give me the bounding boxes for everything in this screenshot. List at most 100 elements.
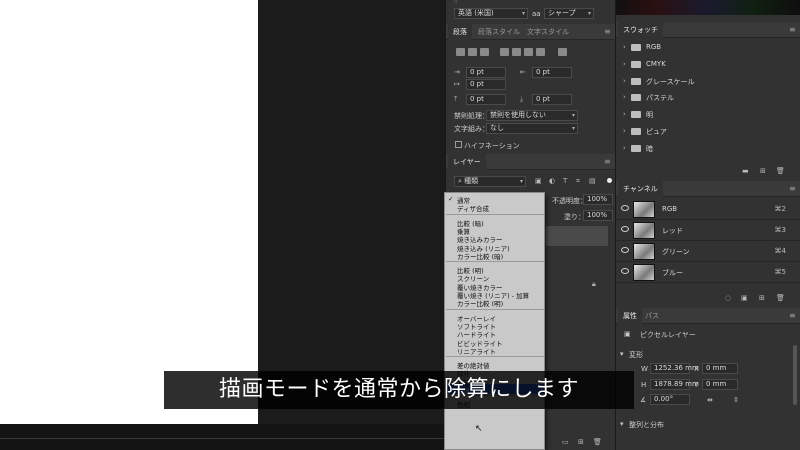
justify-center-icon[interactable] (512, 48, 521, 56)
indent-first-field[interactable]: 0 pt (466, 79, 506, 90)
tab-paragraph-style[interactable]: 段落スタイル (473, 24, 525, 40)
save-selection-icon[interactable]: ▣ (741, 294, 748, 302)
swatch-folder[interactable]: › パステル (620, 91, 795, 107)
layer-filter-value: 種類 (464, 177, 479, 185)
mojikumi-select[interactable]: なし ▾ (486, 123, 578, 134)
space-before-field[interactable]: 0 pt (466, 94, 506, 105)
indent-right-icon: ⇤ (520, 68, 526, 76)
swatch-folder[interactable]: › 暗 (620, 142, 795, 158)
channel-row[interactable]: ブルー ⌘5 (616, 262, 800, 283)
align-center-icon[interactable] (468, 48, 477, 56)
channel-thumbnail (633, 222, 655, 239)
canvas[interactable] (0, 0, 258, 424)
flip-vertical-icon[interactable]: ⇳ (733, 396, 739, 404)
angle-icon: ∡ (640, 396, 647, 404)
x-field[interactable]: 0 mm (702, 363, 738, 374)
kinsoku-select[interactable]: 禁則を使用しない ▾ (486, 110, 578, 121)
filter-type-icon[interactable]: T (563, 177, 567, 185)
align-left-icon[interactable] (456, 48, 465, 56)
status-bar (0, 424, 445, 450)
delete-swatch-icon[interactable]: 🗑︎ (776, 167, 785, 175)
character-panel: ⫶⫶ 英語 (米国) ▾ aa シャープ ▾ (446, 0, 615, 22)
color-spectrum[interactable] (616, 0, 800, 15)
angle-field[interactable]: 0.00° (650, 394, 690, 405)
filter-shape-icon[interactable]: ⌗ (576, 177, 580, 186)
fill-value: 100% (587, 211, 608, 219)
tab-layers[interactable]: レイヤー (448, 154, 486, 170)
fill-field[interactable]: 100% (583, 210, 613, 221)
indent-left-field[interactable]: 0 pt (466, 67, 506, 78)
swatch-folder[interactable]: › RGB (620, 41, 795, 57)
swatch-folder[interactable]: › 明 (620, 108, 795, 124)
new-layer-icon[interactable]: ⊞ (578, 438, 584, 446)
y-field[interactable]: 0 mm (702, 379, 738, 390)
language-select[interactable]: 英語 (米国) ▾ (454, 8, 528, 19)
swatch-folder-label: ピュア (646, 128, 667, 136)
blend-mode-option[interactable]: ディザ合成 (457, 203, 489, 213)
checkmark-icon: ✓ (448, 195, 454, 203)
justify-all-icon[interactable] (536, 48, 545, 56)
tab-paragraph[interactable]: 段落 (448, 24, 472, 40)
panel-menu-icon[interactable]: ≡ (789, 311, 796, 320)
panel-menu-icon[interactable]: ≡ (604, 27, 611, 36)
blend-mode-option[interactable]: リニアライト (457, 346, 496, 356)
mojikumi-value: なし (490, 124, 504, 132)
channel-row[interactable]: グリーン ⌘4 (616, 241, 800, 262)
align-right-icon[interactable] (480, 48, 489, 56)
antialias-select[interactable]: シャープ ▾ (544, 8, 594, 19)
swatch-folder[interactable]: › グレースケール (620, 75, 795, 91)
new-swatch-icon[interactable]: ⊞ (760, 167, 766, 175)
indent-first-icon: ↦ (454, 80, 460, 88)
channel-row[interactable]: RGB ⌘2 (616, 199, 800, 220)
chevron-right-icon: › (623, 93, 626, 102)
panel-menu-icon[interactable]: ≡ (789, 25, 796, 34)
antialias-value: シャープ (548, 9, 576, 17)
panel-menu-icon[interactable]: ≡ (604, 157, 611, 166)
space-after-field[interactable]: 0 pt (532, 94, 572, 105)
eye-icon[interactable] (621, 226, 629, 232)
filter-toggle-icon[interactable] (607, 178, 612, 183)
space-after-value: 0 pt (536, 95, 550, 103)
blend-mode-option[interactable]: カラー比較 (暗) (457, 251, 503, 261)
paragraph-panel-header: 段落 段落スタイル 文字スタイル ≡ (446, 24, 615, 40)
new-channel-icon[interactable]: ⊞ (759, 294, 765, 302)
chevron-down-icon[interactable]: ▾ (620, 350, 624, 358)
channel-shortcut: ⌘3 (774, 226, 786, 234)
panel-menu-icon[interactable]: ≡ (789, 184, 796, 193)
filter-pixel-icon[interactable]: ▣ (535, 177, 542, 185)
hyphenation-checkbox[interactable] (455, 141, 462, 148)
tab-channels[interactable]: チャンネル (618, 181, 663, 197)
indent-right-field[interactable]: 0 pt (532, 67, 572, 78)
tab-swatches[interactable]: スウォッチ (618, 22, 663, 38)
opacity-field[interactable]: 100% (583, 194, 613, 205)
swatch-folder[interactable]: › CMYK (620, 58, 795, 74)
layer-row-selected[interactable] (546, 226, 608, 246)
delete-channel-icon[interactable]: 🗑︎ (776, 294, 785, 302)
justify-right-icon[interactable] (524, 48, 533, 56)
justify-left-icon[interactable] (500, 48, 509, 56)
channel-shortcut: ⌘2 (774, 205, 786, 213)
tab-properties[interactable]: 属性 (618, 308, 642, 324)
delete-layer-icon[interactable]: 🗑︎ (593, 438, 602, 446)
filter-adjustment-icon[interactable]: ◐ (549, 177, 555, 185)
chevron-down-icon[interactable]: ▾ (620, 420, 624, 428)
swatch-folder[interactable]: › ピュア (620, 125, 795, 141)
load-selection-icon[interactable]: ◌ (725, 294, 731, 302)
width-field[interactable]: 1252.36 mm (650, 363, 699, 374)
filter-smartobject-icon[interactable]: ▤ (589, 177, 596, 185)
eye-icon[interactable] (621, 247, 629, 253)
tab-paths[interactable]: パス (640, 308, 664, 324)
height-field[interactable]: 1878.89 mm (650, 379, 699, 390)
channel-row[interactable]: レッド ⌘3 (616, 220, 800, 241)
eye-icon[interactable] (621, 205, 629, 211)
new-group-icon[interactable]: ▬ (742, 167, 749, 175)
new-group-icon[interactable]: ▭ (562, 438, 569, 446)
tab-character-style[interactable]: 文字スタイル (522, 24, 574, 40)
flip-horizontal-icon[interactable]: ⇹ (707, 396, 713, 404)
blend-mode-option[interactable]: カラー比較 (明) (457, 298, 503, 308)
chevron-down-icon: ▾ (521, 10, 525, 17)
layer-filter-select[interactable]: ⌕ 種類 ▾ (454, 176, 526, 187)
justify-full-icon[interactable] (558, 48, 567, 56)
properties-scrollbar[interactable] (793, 345, 797, 405)
eye-icon[interactable] (621, 268, 629, 274)
